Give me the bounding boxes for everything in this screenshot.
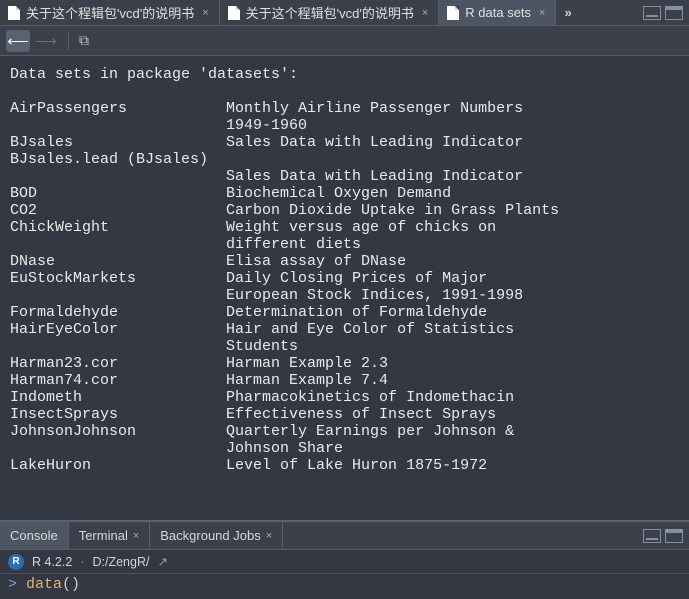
tab-label: Terminal bbox=[79, 528, 128, 543]
pane-minimize-button[interactable] bbox=[643, 6, 661, 20]
console-tab-console[interactable]: Console bbox=[0, 522, 69, 549]
document-icon bbox=[8, 6, 20, 20]
tab-close-icon[interactable]: × bbox=[266, 530, 272, 542]
editor-tab-1[interactable]: 关于这个程辑包'vcd'的说明书 × bbox=[220, 0, 440, 25]
r-version-label: R 4.2.2 bbox=[32, 555, 72, 569]
console-output[interactable]: > data() bbox=[0, 574, 689, 599]
pane-controls bbox=[643, 6, 689, 20]
console-pane-controls bbox=[643, 529, 689, 543]
tab-label: 关于这个程辑包'vcd'的说明书 bbox=[246, 3, 414, 22]
nav-back-button[interactable]: ⟵ bbox=[6, 30, 30, 52]
console-tab-terminal[interactable]: Terminal × bbox=[69, 522, 151, 549]
tab-label: Console bbox=[10, 528, 58, 543]
console-maximize-button[interactable] bbox=[665, 529, 683, 543]
pane-maximize-button[interactable] bbox=[665, 6, 683, 20]
tab-close-icon[interactable]: × bbox=[537, 7, 547, 19]
console-tab-background-jobs[interactable]: Background Jobs × bbox=[150, 522, 283, 549]
editor-tab-0[interactable]: 关于这个程辑包'vcd'的说明书 × bbox=[0, 0, 220, 25]
console-prompt: > bbox=[8, 576, 17, 593]
console-minimize-button[interactable] bbox=[643, 529, 661, 543]
document-icon bbox=[447, 6, 459, 20]
viewer-toolbar: ⟵ ⟶ ⧉ bbox=[0, 26, 689, 56]
r-logo-icon: R bbox=[8, 554, 24, 570]
show-in-window-icon[interactable]: ⧉ bbox=[79, 32, 89, 49]
editor-tab-2[interactable]: R data sets × bbox=[439, 0, 556, 25]
tab-label: 关于这个程辑包'vcd'的说明书 bbox=[26, 3, 194, 22]
console-tabbar: Console Terminal × Background Jobs × bbox=[0, 522, 689, 550]
data-sets-listing: Data sets in package 'datasets': AirPass… bbox=[10, 66, 679, 474]
tab-overflow-button[interactable]: » bbox=[556, 5, 579, 20]
tab-close-icon[interactable]: × bbox=[133, 530, 139, 542]
nav-forward-button[interactable]: ⟶ bbox=[34, 30, 58, 52]
tab-label: Background Jobs bbox=[160, 528, 260, 543]
document-icon bbox=[228, 6, 240, 20]
separator-dot: · bbox=[80, 555, 84, 569]
tab-close-icon[interactable]: × bbox=[200, 7, 210, 19]
working-directory-label[interactable]: D:/ZengR/ bbox=[92, 555, 149, 569]
console-input-parens: () bbox=[62, 576, 80, 593]
console-input-call: data bbox=[26, 576, 62, 593]
toolbar-divider bbox=[68, 32, 69, 50]
tab-close-icon[interactable]: × bbox=[420, 7, 430, 19]
editor-tabbar: 关于这个程辑包'vcd'的说明书×关于这个程辑包'vcd'的说明书×R data… bbox=[0, 0, 689, 26]
open-folder-icon[interactable]: ↗ bbox=[157, 554, 167, 569]
tab-label: R data sets bbox=[465, 5, 531, 20]
data-sets-viewer: Data sets in package 'datasets': AirPass… bbox=[0, 56, 689, 520]
console-info-bar: R R 4.2.2 · D:/ZengR/ ↗ bbox=[0, 550, 689, 574]
bottom-panel: Console Terminal × Background Jobs × R R 4.2… bbox=[0, 520, 689, 599]
